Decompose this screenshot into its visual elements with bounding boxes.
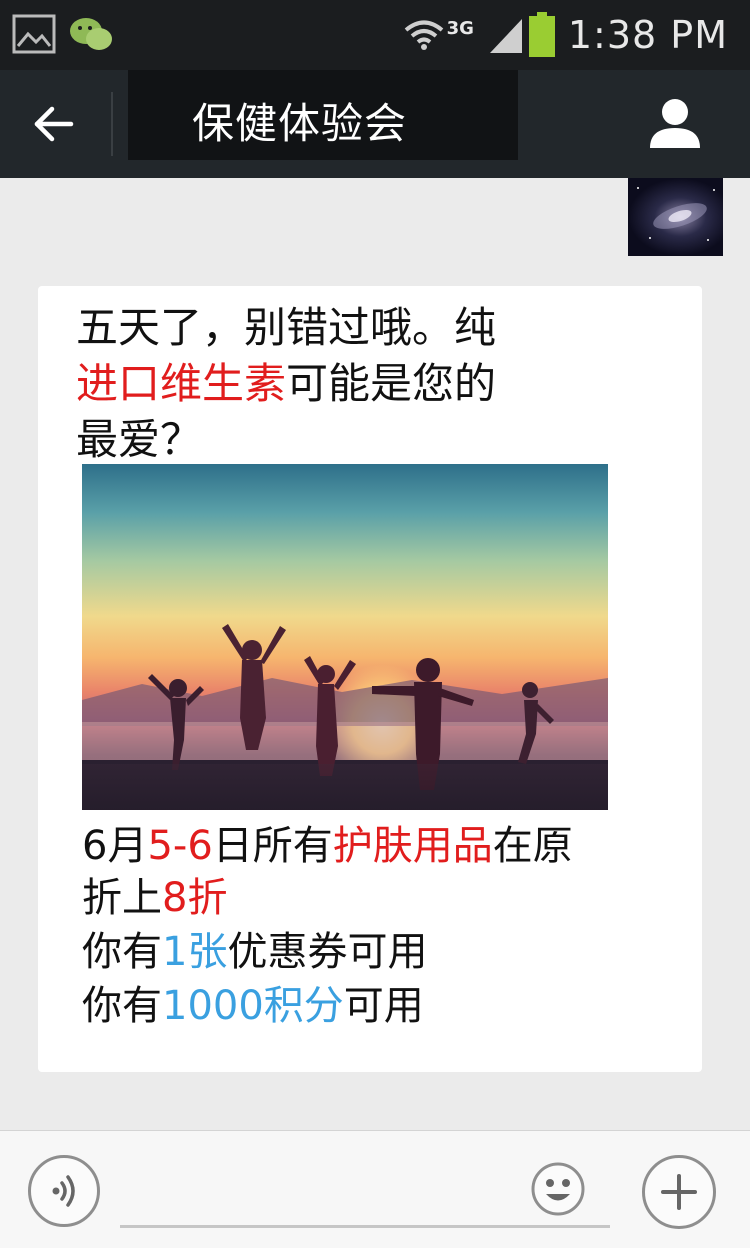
offer-text: 可用 xyxy=(343,983,424,1029)
back-button[interactable] xyxy=(24,94,84,154)
highlight-text: 护肤用品 xyxy=(332,823,493,869)
message-bubble[interactable]: 五天了，别错过哦。纯 进口维生素可能是您的 最爱？ 6月5-6日所有护肤用品在原… xyxy=(38,286,702,1072)
network-type: 3G xyxy=(446,17,474,39)
ground xyxy=(82,764,608,810)
offer-text: 折上 xyxy=(82,875,162,921)
status-bar: 3G 1:38 PM xyxy=(0,0,750,70)
offer-line-3: 你有1张优惠券可用 xyxy=(82,926,427,978)
highlight-text: 5-6 xyxy=(147,823,213,869)
message-line-3: 最爱？ xyxy=(76,414,202,466)
message-text: 可能是您的 xyxy=(286,359,497,408)
plus-icon xyxy=(661,1174,697,1210)
clock: 1:38 PM xyxy=(567,13,728,57)
offer-text: 你有 xyxy=(82,983,162,1029)
message-text: 最爱？ xyxy=(76,415,203,464)
battery-icon xyxy=(528,12,555,57)
wifi-icon xyxy=(404,20,443,50)
wechat-icon xyxy=(70,18,112,50)
message-line-1: 五天了，别错过哦。纯 xyxy=(76,302,496,354)
message-input[interactable] xyxy=(120,1225,610,1228)
avatar[interactable] xyxy=(628,178,723,256)
chat-area[interactable]: 五天了，别错过哦。纯 进口维生素可能是您的 最爱？ 6月5-6日所有护肤用品在原… xyxy=(0,178,750,1130)
promo-photo[interactable] xyxy=(82,464,608,810)
plus-button[interactable] xyxy=(642,1155,716,1229)
silhouettes xyxy=(82,624,608,810)
nav-divider xyxy=(111,92,113,156)
highlight-text: 1张 xyxy=(162,929,228,975)
offer-text: 优惠券可用 xyxy=(227,929,428,975)
message-text: 五天了，别错过哦。纯 xyxy=(76,303,497,352)
offer-line-2: 折上8折 xyxy=(82,872,227,924)
offer-text: 你有 xyxy=(82,929,162,975)
signal-icon xyxy=(489,19,522,53)
offer-text: 6月 xyxy=(82,823,148,869)
page-title: 保健体验会 xyxy=(192,99,408,148)
input-bar xyxy=(0,1130,750,1248)
highlight-text: 1000积分 xyxy=(162,983,344,1029)
emoji-icon[interactable] xyxy=(530,1161,586,1217)
back-arrow-icon xyxy=(34,106,74,142)
voice-icon xyxy=(52,1175,75,1207)
nav-bar: 保健体验会 xyxy=(0,70,750,178)
highlight-text: 8折 xyxy=(162,875,228,921)
galaxy-image xyxy=(637,187,715,241)
status-bar-right: 3G 1:38 PM xyxy=(403,8,728,62)
offer-line-4: 你有1000积分可用 xyxy=(82,980,424,1032)
offer-text: 日所有 xyxy=(212,823,333,869)
offer-text: 在原 xyxy=(492,823,573,869)
message-line-2: 进口维生素可能是您的 xyxy=(76,358,496,410)
voice-button[interactable] xyxy=(28,1155,100,1227)
highlight-text: 进口维生素 xyxy=(76,359,287,408)
profile-icon[interactable] xyxy=(646,94,704,152)
gallery-icon xyxy=(12,14,56,54)
offer-line-1: 6月5-6日所有护肤用品在原 xyxy=(82,820,573,872)
